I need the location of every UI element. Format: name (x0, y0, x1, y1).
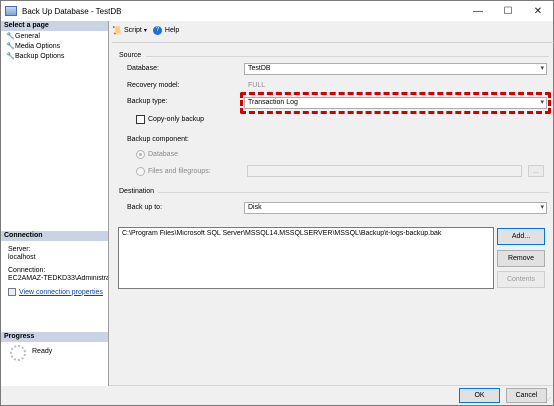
chevron-down-icon: ▾ (540, 65, 544, 72)
maximize-button[interactable]: ☐ (493, 1, 523, 21)
chevron-down-icon: ▾ (540, 204, 544, 211)
backup-component-label: Backup component: (127, 136, 189, 143)
help-button[interactable]: ? Help (152, 25, 180, 35)
chevron-down-icon: ▾ (540, 99, 544, 106)
component-database-label: Database (148, 151, 178, 158)
script-button[interactable]: 📜 Script ▾ (112, 26, 147, 35)
wrench-icon: 🔧 (6, 53, 15, 60)
back-up-to-value: Disk (248, 204, 262, 211)
help-label: Help (164, 26, 180, 34)
source-header: Source (119, 52, 142, 59)
connection-value: EC2AMAZ-TEDKD33\Administrator (8, 275, 108, 282)
contents-button[interactable]: Contents (497, 271, 545, 288)
backup-database-dialog: Back Up Database - TestDB — ☐ ✕ Select a… (0, 0, 554, 406)
script-icon: 📜 (112, 25, 122, 35)
back-up-to-select[interactable]: Disk ▾ (244, 202, 547, 214)
page-item-general[interactable]: 🔧 General (1, 31, 108, 41)
destination-path-item[interactable]: C:\Program Files\Microsoft SQL Server\MS… (122, 230, 490, 237)
page-item-label: Backup Options (15, 52, 65, 60)
help-icon: ? (152, 25, 162, 35)
connection-label: Connection: (8, 267, 46, 274)
back-up-to-label: Back up to: (127, 204, 163, 211)
left-pane: Select a page 🔧 General 🔧 Media Options … (1, 21, 109, 386)
add-destination-button[interactable]: Add... (497, 228, 545, 245)
ok-button[interactable]: OK (459, 388, 500, 403)
remove-destination-button[interactable]: Remove (497, 250, 545, 267)
page-item-label: Media Options (15, 42, 61, 50)
window-controls: — ☐ ✕ (463, 1, 553, 21)
wrench-icon: 🔧 (6, 33, 15, 40)
backup-type-value: Transaction Log (248, 99, 298, 106)
radio-selected-dot (139, 153, 142, 156)
recovery-model-label: Recovery model: (127, 82, 180, 89)
connection-header: Connection (1, 231, 108, 241)
backup-type-label: Backup type: (127, 98, 168, 105)
minimize-button[interactable]: — (463, 1, 493, 21)
select-page-header: Select a page (1, 21, 108, 31)
database-label: Database: (127, 65, 159, 72)
files-filegroups-field[interactable] (247, 165, 522, 177)
server-value: localhost (8, 254, 36, 261)
footer-separator (109, 385, 553, 386)
component-files-label: Files and filegroups: (148, 168, 211, 175)
recovery-model-value: FULL (248, 82, 266, 89)
wrench-icon: 🔧 (6, 43, 15, 50)
progress-header: Progress (1, 332, 108, 342)
app-icon (5, 6, 17, 16)
connection-section: Connection Server: localhost Connection:… (1, 231, 108, 296)
progress-status: Ready (32, 348, 53, 355)
properties-icon (8, 288, 16, 296)
chevron-down-icon: ▾ (143, 27, 147, 34)
database-value: TestDB (248, 65, 271, 72)
backup-type-select[interactable]: Transaction Log ▾ (244, 97, 547, 109)
database-select[interactable]: TestDB ▾ (244, 63, 547, 75)
server-label: Server: (8, 246, 31, 253)
component-files-radio[interactable] (136, 167, 145, 176)
view-connection-properties-link[interactable]: View connection properties (19, 289, 103, 296)
window-title: Back Up Database - TestDB (22, 6, 122, 16)
cancel-button[interactable]: Cancel (506, 388, 547, 403)
close-button[interactable]: ✕ (523, 1, 553, 21)
page-item-label: General (15, 32, 40, 40)
backup-destination-list[interactable]: C:\Program Files\Microsoft SQL Server\MS… (118, 227, 494, 289)
progress-spinner-icon (10, 345, 26, 361)
files-browse-button[interactable]: ... (528, 165, 544, 177)
script-label: Script (123, 26, 142, 34)
toolbar: 📜 Script ▾ ? Help (112, 23, 185, 37)
destination-group-line (158, 192, 549, 193)
page-item-backup-options[interactable]: 🔧 Backup Options (1, 51, 108, 61)
copy-only-label: Copy-only backup (148, 116, 205, 123)
source-group-line (146, 56, 549, 57)
progress-section: Progress Ready (1, 332, 108, 363)
resize-grip-icon[interactable]: ⋰ (545, 397, 551, 404)
toolbar-separator (112, 42, 554, 43)
copy-only-checkbox[interactable] (136, 115, 145, 124)
destination-header: Destination (119, 188, 155, 195)
page-item-media-options[interactable]: 🔧 Media Options (1, 41, 108, 51)
component-database-radio[interactable] (136, 150, 145, 159)
title-bar: Back Up Database - TestDB — ☐ ✕ (1, 1, 553, 21)
